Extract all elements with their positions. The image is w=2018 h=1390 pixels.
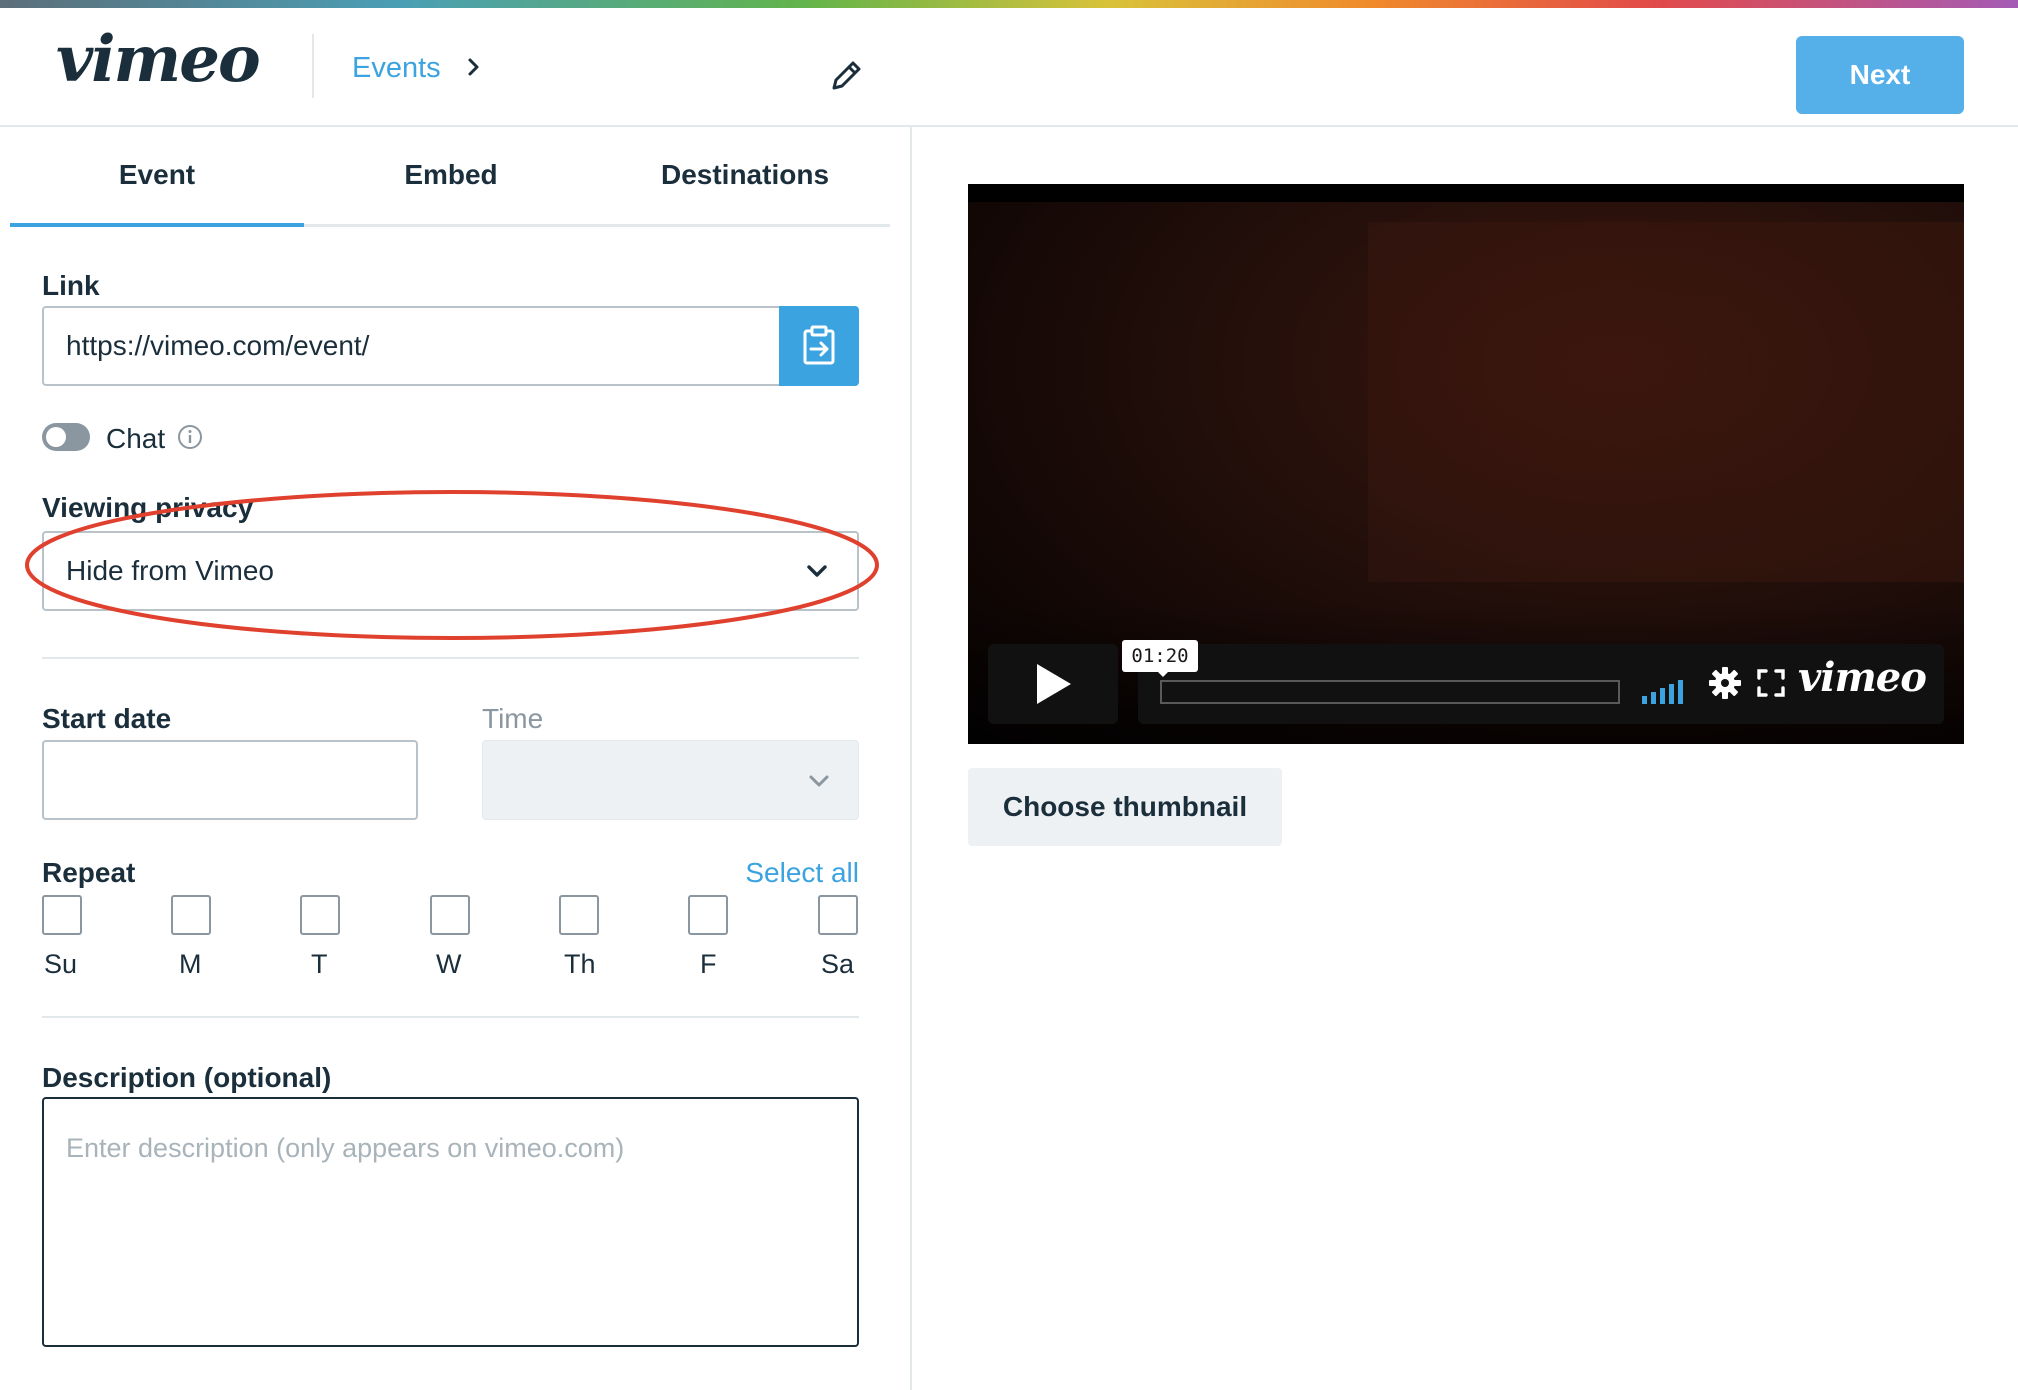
pencil-icon[interactable] xyxy=(826,56,866,96)
day-saturday: Sa xyxy=(818,895,878,980)
day-monday: M xyxy=(171,895,231,980)
day-checkbox[interactable] xyxy=(688,895,728,935)
day-thursday: Th xyxy=(559,895,619,980)
time-label: Time xyxy=(482,703,544,734)
day-wednesday: W xyxy=(430,895,490,980)
tab-bar: Event Embed Destinations xyxy=(10,127,890,227)
vimeo-logo[interactable]: vimeo xyxy=(56,22,261,97)
volume-icon[interactable] xyxy=(1642,678,1690,704)
header-divider xyxy=(312,34,314,98)
day-label: W xyxy=(436,949,462,979)
tooltip-arrow xyxy=(1156,670,1170,677)
start-date-field[interactable] xyxy=(42,740,418,820)
day-checkbox[interactable] xyxy=(300,895,340,935)
tab-embed[interactable]: Embed xyxy=(304,159,598,191)
player-controls: vimeo xyxy=(1138,644,1944,724)
section-divider xyxy=(42,1016,859,1018)
day-label: T xyxy=(311,949,328,979)
start-date-label: Start date xyxy=(42,703,172,734)
breadcrumb-events[interactable]: Events xyxy=(352,52,441,85)
play-icon xyxy=(1037,664,1071,704)
copy-link-button[interactable] xyxy=(779,306,859,386)
header: vimeo Events Next xyxy=(0,8,2018,127)
progress-bar[interactable] xyxy=(1160,680,1620,704)
chat-label: Chat xyxy=(106,423,166,454)
repeat-label: Repeat xyxy=(42,857,136,888)
gear-icon[interactable] xyxy=(1708,666,1742,700)
select-all-link[interactable]: Select all xyxy=(740,857,859,889)
day-label: Su xyxy=(44,949,78,979)
time-tooltip: 01:20 xyxy=(1122,640,1198,672)
toggle-knob xyxy=(46,427,66,447)
tab-destinations[interactable]: Destinations xyxy=(598,159,892,191)
next-button[interactable]: Next xyxy=(1796,36,1964,114)
choose-thumbnail-button[interactable]: Choose thumbnail xyxy=(968,768,1282,846)
video-player[interactable]: vimeo 01:20 xyxy=(968,184,1964,744)
day-checkbox[interactable] xyxy=(818,895,858,935)
day-label: Th xyxy=(564,949,596,979)
link-label: Link xyxy=(42,270,100,301)
video-scene xyxy=(1368,222,1964,582)
day-label: Sa xyxy=(821,949,855,979)
day-label: M xyxy=(179,949,202,979)
annotation-ellipse xyxy=(25,490,879,640)
chevron-right-icon xyxy=(468,58,479,76)
time-select[interactable] xyxy=(482,740,859,820)
day-checkbox[interactable] xyxy=(430,895,470,935)
info-icon[interactable] xyxy=(176,423,204,451)
day-friday: F xyxy=(688,895,748,980)
fullscreen-icon[interactable] xyxy=(1756,668,1786,698)
day-checkbox[interactable] xyxy=(171,895,211,935)
player-vimeo-logo[interactable]: vimeo xyxy=(1798,654,1927,701)
tab-event[interactable]: Event xyxy=(10,159,304,191)
settings-panel: Event Embed Destinations Link https://vi… xyxy=(0,127,912,1390)
day-sunday: Su xyxy=(42,895,102,980)
section-divider xyxy=(42,657,859,659)
description-label: Description (optional) xyxy=(42,1062,332,1093)
chat-toggle[interactable] xyxy=(42,423,90,451)
day-label: F xyxy=(700,949,717,979)
description-textarea[interactable]: Enter description (only appears on vimeo… xyxy=(42,1097,859,1347)
chevron-down-icon xyxy=(809,775,829,787)
play-button[interactable] xyxy=(988,644,1118,724)
link-field[interactable]: https://vimeo.com/event/ xyxy=(42,306,779,386)
clipboard-icon xyxy=(803,325,835,365)
top-color-strip xyxy=(0,0,2018,8)
day-checkbox[interactable] xyxy=(42,895,82,935)
day-tuesday: T xyxy=(300,895,360,980)
active-tab-indicator xyxy=(10,223,304,227)
day-checkbox[interactable] xyxy=(559,895,599,935)
